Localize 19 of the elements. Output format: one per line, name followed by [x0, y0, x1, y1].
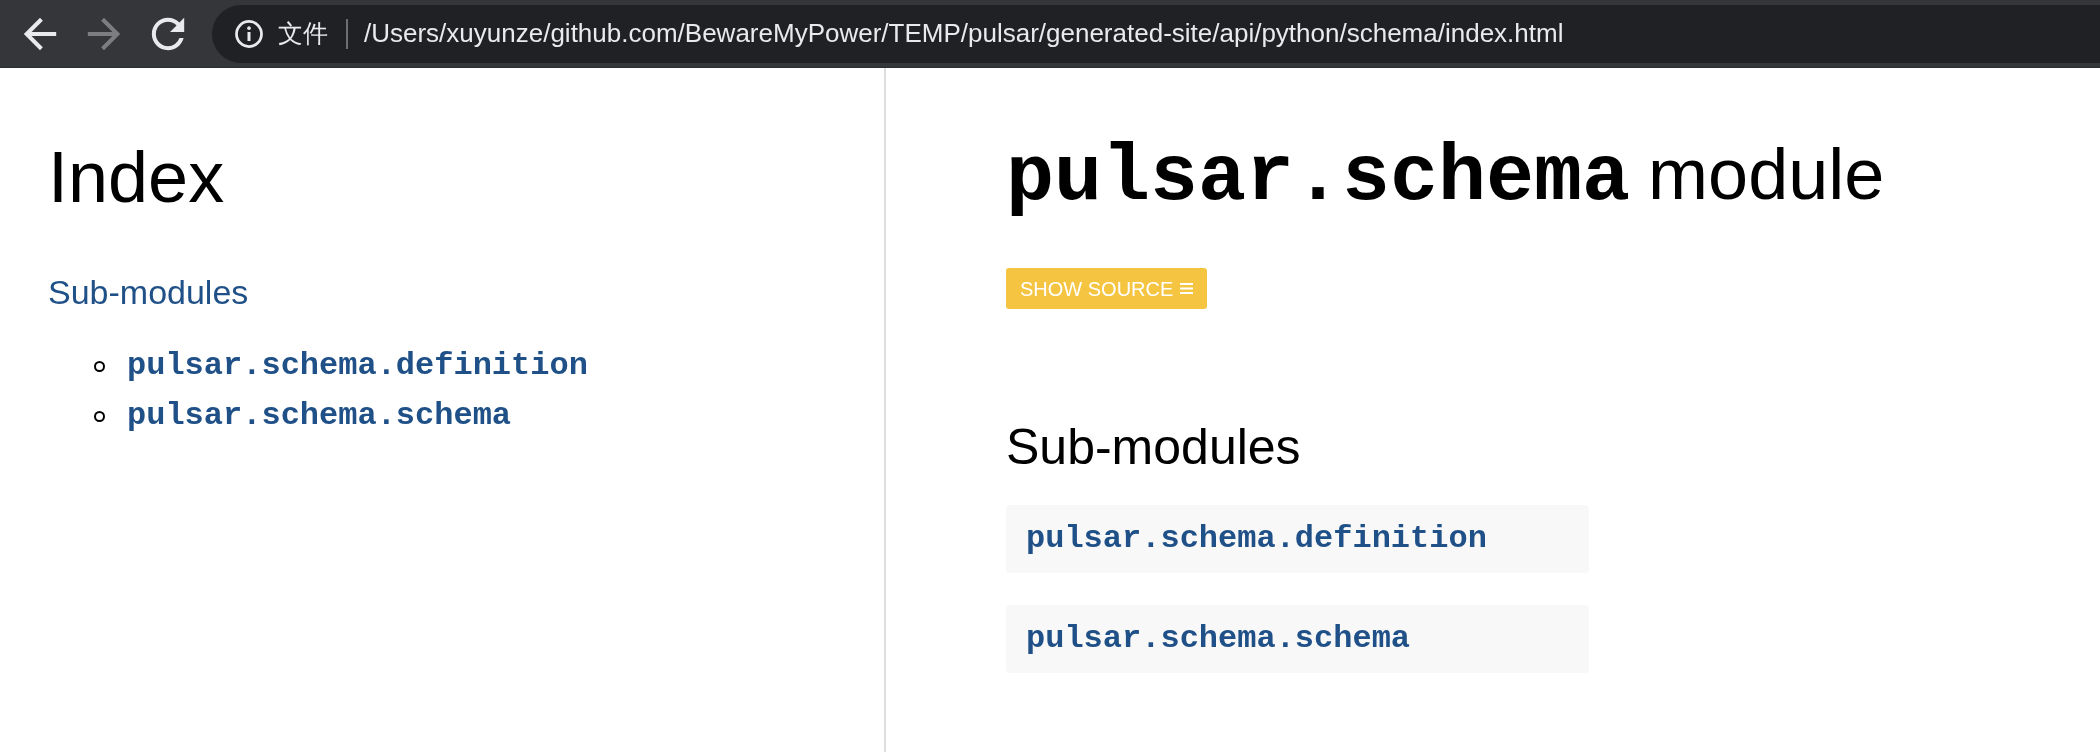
module-link[interactable]: pulsar.schema.definition: [127, 342, 588, 391]
back-arrow-icon: [23, 16, 57, 51]
bullet-icon: [94, 410, 105, 422]
security-label: 文件: [278, 17, 328, 50]
sidebar-title: Index: [48, 136, 226, 219]
address-bar[interactable]: 文件 /Users/xuyunze/github.com/BewareMyPower/TEMP/pulsar/generated-site/api/python/schema/index.html: [212, 4, 2100, 63]
module-name: pulsar.schema: [1006, 132, 1631, 223]
module-link[interactable]: pulsar.schema.schema: [1026, 615, 1411, 663]
reload-icon: [151, 16, 185, 51]
url-text: /Users/xuyunze/github.com/BewareMyPower/TEMP/pulsar/generated-site/api/python/schema/index.html: [364, 17, 1564, 50]
info-icon: [234, 18, 264, 49]
module-link[interactable]: pulsar.schema.schema: [127, 392, 512, 441]
page-title: module: [1648, 134, 1885, 214]
section-heading: Sub-modules: [48, 272, 250, 314]
bullet-icon: [94, 360, 105, 372]
section-heading: Sub-modules: [1006, 418, 1302, 477]
forward-arrow-icon: [87, 16, 121, 51]
module-link[interactable]: pulsar.schema.definition: [1026, 515, 1487, 563]
lines-icon: [1180, 283, 1194, 294]
